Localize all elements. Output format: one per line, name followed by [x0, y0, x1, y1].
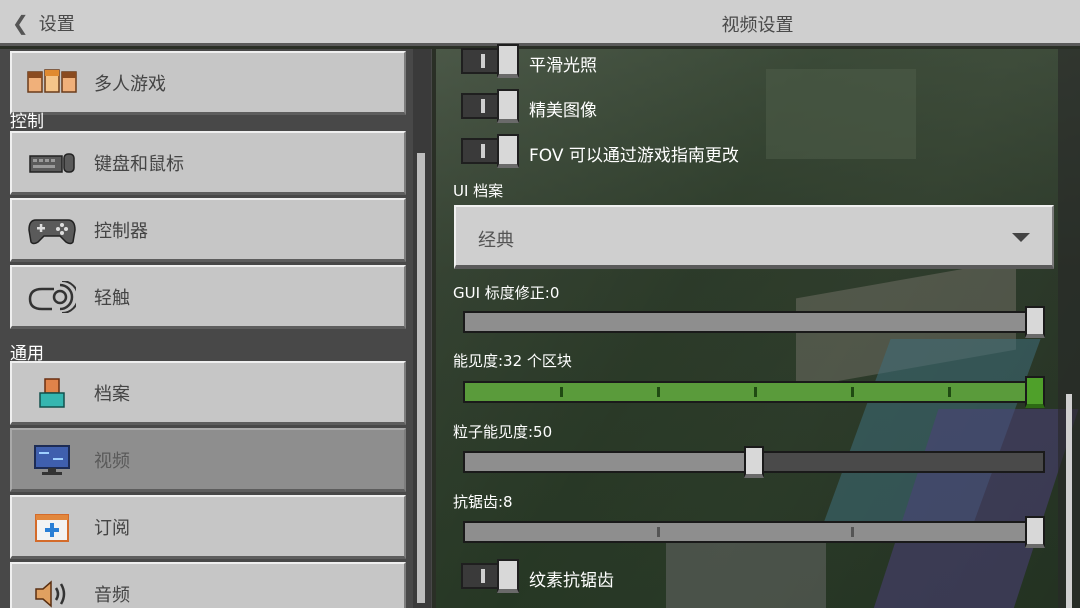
monitor-icon	[26, 440, 78, 480]
sidebar-item-controller[interactable]: 控制器	[10, 198, 406, 262]
back-button[interactable]: ❮ 设置	[12, 8, 75, 38]
sidebar-item-label: 轻触	[94, 287, 130, 309]
slider-knob[interactable]	[1025, 306, 1045, 338]
subscription-icon	[26, 507, 78, 547]
sidebar-item-multiplayer[interactable]: 多人游戏	[10, 51, 406, 115]
ui-profile-value: 经典	[478, 230, 514, 251]
sidebar-item-label: 视频	[94, 450, 130, 472]
controller-icon	[26, 210, 78, 250]
touch-icon	[26, 277, 78, 317]
fov-label: FOV 可以通过游戏指南更改	[529, 146, 739, 166]
slider-tick	[754, 387, 757, 397]
sidebar-item-label: 音频	[94, 584, 130, 606]
slider-knob[interactable]	[744, 446, 764, 478]
slider-fill	[463, 521, 1035, 543]
chevron-down-icon	[1012, 233, 1030, 242]
slider-tick	[948, 387, 951, 397]
ui-profile-label: UI 档案	[453, 182, 504, 200]
sidebar-item-video[interactable]: 视频	[10, 428, 406, 492]
smooth-lighting-label: 平滑光照	[529, 56, 597, 76]
sidebar-item-label: 订阅	[94, 517, 130, 539]
chevron-left-icon: ❮	[12, 11, 29, 35]
slider-tick	[851, 387, 854, 397]
title-bar: ❮ 设置 视频设置	[0, 0, 1080, 46]
profile-icon	[26, 373, 78, 413]
keyboard-mouse-icon	[26, 143, 78, 183]
anti-aliasing-label: 抗锯齿:8	[453, 493, 513, 511]
sidebar-scroll-thumb[interactable]	[417, 153, 425, 603]
slider-tick	[657, 387, 660, 397]
sidebar-item-subscriptions[interactable]: 订阅	[10, 495, 406, 559]
gui-scale-label: GUI 标度修正:0	[453, 284, 560, 302]
particle-visibility-slider[interactable]	[463, 446, 1045, 478]
sidebar-item-label: 档案	[94, 383, 130, 405]
sidebar-item-audio[interactable]: 音频	[10, 562, 406, 608]
settings-sidebar: 多人游戏 控制 键盘和鼠标 控制器 轻触 通用 档案 视频 订阅 音频	[0, 49, 432, 608]
sidebar-item-label: 键盘和鼠标	[94, 153, 184, 175]
ui-profile-dropdown[interactable]: 经典	[454, 205, 1054, 269]
slider-fill	[463, 451, 754, 473]
anti-aliasing-slider[interactable]	[463, 516, 1045, 548]
render-distance-slider[interactable]	[463, 376, 1045, 408]
sidebar-item-label: 控制器	[94, 220, 148, 242]
slider-fill	[463, 311, 1035, 333]
gui-scale-slider[interactable]	[463, 306, 1045, 338]
slider-tick	[851, 527, 854, 537]
multiplayer-icon	[26, 63, 78, 103]
render-distance-label: 能见度:32 个区块	[453, 352, 572, 370]
sidebar-item-touch[interactable]: 轻触	[10, 265, 406, 329]
speaker-icon	[26, 574, 78, 608]
smooth-lighting-toggle[interactable]	[461, 44, 519, 78]
section-label-controls: 控制	[10, 112, 44, 132]
sidebar-item-keyboard-mouse[interactable]: 键盘和鼠标	[10, 131, 406, 195]
sidebar-item-profile[interactable]: 档案	[10, 361, 406, 425]
particle-visibility-label: 粒子能见度:50	[453, 423, 553, 441]
texel-aa-label: 纹素抗锯齿	[529, 571, 614, 591]
fov-toggle[interactable]	[461, 134, 519, 168]
page-title: 视频设置	[721, 15, 794, 36]
fancy-graphics-label: 精美图像	[529, 101, 597, 121]
fancy-graphics-toggle[interactable]	[461, 89, 519, 123]
content-scrollbar[interactable]	[1058, 49, 1080, 608]
slider-tick	[560, 387, 563, 397]
sidebar-item-label: 多人游戏	[94, 73, 166, 95]
slider-knob[interactable]	[1025, 516, 1045, 548]
texel-aa-toggle[interactable]	[461, 559, 519, 593]
content-scroll-thumb[interactable]	[1066, 394, 1072, 608]
slider-knob[interactable]	[1025, 376, 1045, 408]
sidebar-scrollbar[interactable]	[413, 49, 431, 608]
back-label: 设置	[38, 14, 75, 35]
slider-tick	[657, 527, 660, 537]
